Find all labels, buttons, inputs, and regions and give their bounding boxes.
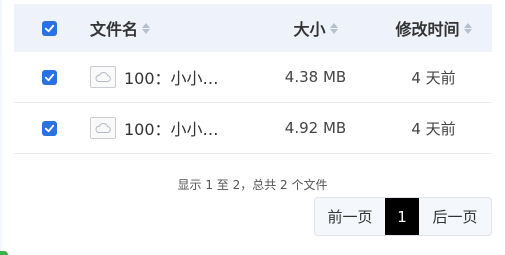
row-checkbox[interactable]	[42, 69, 57, 85]
row-time-cell: 4 天前	[375, 67, 492, 88]
next-page-button[interactable]: 后一页	[419, 198, 491, 235]
row-check-cell	[14, 120, 90, 136]
corner-accent	[0, 251, 8, 255]
table-row[interactable]: 100：小小… 4.38 MB 4 天前	[14, 52, 492, 103]
row-check-cell	[14, 69, 90, 85]
header-size[interactable]: 大小	[256, 16, 375, 40]
row-name-cell[interactable]: 100：小小…	[90, 116, 256, 140]
summary-text: 显示 1 至 2，总共 2 个文件	[177, 178, 328, 192]
table-row[interactable]: 100：小小… 4.92 MB 4 天前	[14, 103, 492, 154]
row-size-cell: 4.38 MB	[256, 68, 375, 86]
pagination: 前一页 1 后一页	[314, 197, 492, 236]
cloud-file-icon	[90, 117, 116, 139]
prev-page-button[interactable]: 前一页	[315, 198, 385, 235]
checkmark-icon	[44, 73, 55, 81]
header-time[interactable]: 修改时间	[375, 16, 492, 40]
file-table: 文件名 大小 修改时间 100：小小… 4.38 MB 4 天前 100：小小……	[14, 4, 492, 154]
file-name[interactable]: 100：小小…	[124, 116, 219, 140]
row-name-cell[interactable]: 100：小小…	[90, 65, 256, 89]
header-name-label: 文件名	[90, 20, 139, 39]
cloud-file-icon	[90, 66, 116, 88]
table-header: 文件名 大小 修改时间	[14, 4, 492, 52]
header-time-label: 修改时间	[395, 20, 460, 39]
file-name[interactable]: 100：小小…	[124, 65, 219, 89]
header-name[interactable]: 文件名	[90, 16, 256, 40]
row-size-cell: 4.92 MB	[256, 119, 375, 137]
current-page-button[interactable]: 1	[385, 198, 419, 235]
header-size-label: 大小	[293, 20, 326, 39]
sort-icon[interactable]	[329, 22, 338, 34]
select-all-checkbox[interactable]	[42, 20, 57, 36]
file-list-page: 文件名 大小 修改时间 100：小小… 4.38 MB 4 天前 100：小小……	[0, 0, 505, 255]
pagination-summary: 显示 1 至 2，总共 2 个文件	[0, 176, 505, 193]
row-checkbox[interactable]	[42, 120, 57, 136]
left-edge-accent	[0, 0, 2, 255]
modified-time: 4 天前	[411, 119, 456, 138]
sort-icon[interactable]	[142, 22, 151, 34]
header-check-cell	[14, 20, 90, 36]
sort-icon[interactable]	[463, 22, 472, 34]
file-size: 4.92 MB	[284, 119, 347, 137]
checkmark-icon	[44, 124, 55, 132]
modified-time: 4 天前	[411, 68, 456, 87]
file-size: 4.38 MB	[284, 68, 347, 86]
checkmark-icon	[44, 24, 55, 32]
row-time-cell: 4 天前	[375, 118, 492, 139]
